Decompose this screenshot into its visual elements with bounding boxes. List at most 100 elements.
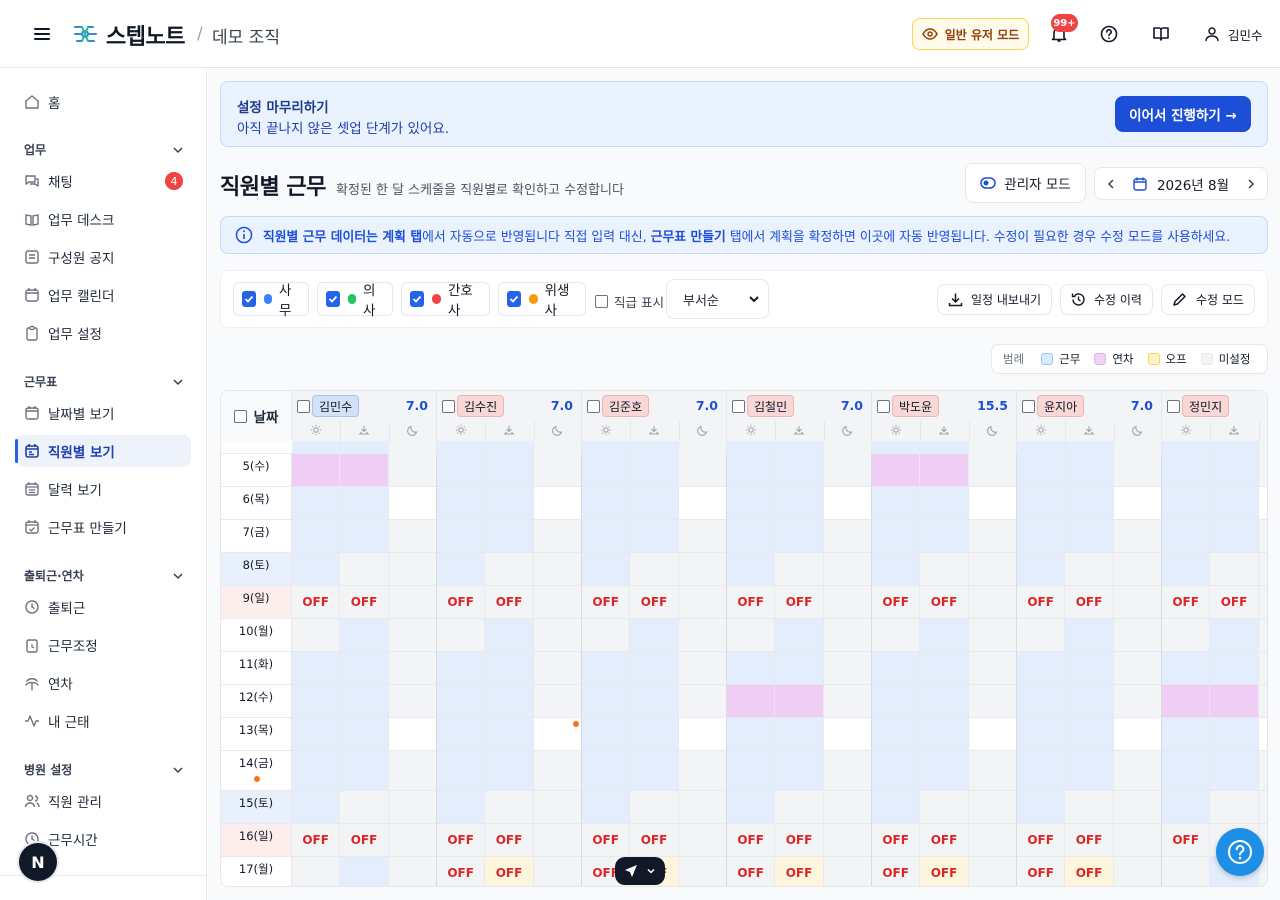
off-cell[interactable]: OFF — [775, 824, 824, 857]
schedule-cell[interactable] — [678, 718, 727, 751]
schedule-cell[interactable] — [1113, 685, 1162, 718]
schedule-cell[interactable] — [1065, 685, 1114, 718]
schedule-cell[interactable] — [388, 857, 437, 886]
schedule-cell[interactable] — [1210, 454, 1259, 487]
off-cell[interactable]: OFF — [1065, 586, 1114, 619]
employee-checkbox[interactable] — [442, 400, 455, 413]
off-cell[interactable]: OFF — [340, 824, 389, 857]
schedule-cell[interactable] — [485, 487, 534, 520]
schedule-cell[interactable] — [1258, 652, 1267, 685]
schedule-cell[interactable] — [1065, 718, 1114, 751]
sidebar-item-by-date[interactable]: 날짜별 보기 — [16, 397, 191, 429]
schedule-cell[interactable] — [727, 454, 776, 487]
filter-role-doctor[interactable]: 의사 — [317, 282, 393, 319]
schedule-cell[interactable] — [582, 553, 631, 586]
help-fab[interactable] — [1216, 828, 1264, 876]
schedule-cell[interactable] — [388, 791, 437, 824]
schedule-cell[interactable] — [1210, 791, 1259, 824]
schedule-cell[interactable] — [823, 718, 872, 751]
schedule-cell[interactable] — [582, 441, 631, 454]
book-icon[interactable] — [1152, 25, 1170, 43]
schedule-cell[interactable] — [485, 718, 534, 751]
schedule-cell[interactable] — [1162, 441, 1211, 454]
schedule-cell[interactable] — [582, 791, 631, 824]
schedule-cell[interactable] — [1162, 487, 1211, 520]
schedule-cell[interactable] — [775, 652, 824, 685]
schedule-cell[interactable] — [678, 586, 727, 619]
schedule-cell[interactable] — [388, 718, 437, 751]
schedule-cell[interactable] — [1113, 718, 1162, 751]
schedule-cell[interactable] — [533, 685, 582, 718]
schedule-cell[interactable] — [823, 454, 872, 487]
off-cell[interactable]: OFF — [485, 586, 534, 619]
schedule-cell[interactable] — [1258, 751, 1267, 791]
off-cell[interactable]: OFF — [292, 824, 341, 857]
schedule-cell[interactable] — [1065, 751, 1114, 791]
schedule-cell[interactable] — [1113, 520, 1162, 553]
schedule-cell[interactable] — [1258, 454, 1267, 487]
schedule-cell[interactable] — [678, 824, 727, 857]
schedule-cell[interactable] — [968, 857, 1017, 886]
schedule-cell[interactable] — [533, 791, 582, 824]
schedule-cell[interactable] — [1017, 553, 1066, 586]
sidebar-item-make-schedule[interactable]: 근무표 만들기 — [16, 511, 191, 543]
schedule-cell[interactable] — [1017, 751, 1066, 791]
off-cell[interactable]: OFF — [1065, 824, 1114, 857]
continue-setup-button[interactable]: 이어서 진행하기 → — [1115, 96, 1251, 132]
schedule-cell[interactable] — [823, 619, 872, 652]
schedule-cell[interactable] — [1258, 718, 1267, 751]
schedule-cell[interactable] — [872, 791, 921, 824]
off-cell[interactable]: OFF — [582, 824, 631, 857]
schedule-cell[interactable] — [292, 718, 341, 751]
schedule-cell[interactable] — [920, 652, 969, 685]
schedule-cell[interactable] — [533, 441, 582, 454]
schedule-cell[interactable] — [727, 751, 776, 791]
off-cell[interactable]: OFF — [1017, 586, 1066, 619]
schedule-cell[interactable] — [823, 441, 872, 454]
sort-select[interactable]: 부서순 — [666, 279, 769, 319]
schedule-cell[interactable] — [823, 487, 872, 520]
schedule-cell[interactable] — [920, 751, 969, 791]
employee-name-tag[interactable]: 박도윤 — [892, 395, 940, 417]
schedule-cell[interactable] — [678, 441, 727, 454]
sidebar-item-chat[interactable]: 채팅 4 — [16, 165, 191, 197]
schedule-cell[interactable] — [1162, 553, 1211, 586]
schedule-cell[interactable] — [292, 619, 341, 652]
employee-name-tag[interactable]: 김준호 — [602, 395, 650, 417]
schedule-cell[interactable] — [388, 751, 437, 791]
schedule-cell[interactable] — [1210, 619, 1259, 652]
schedule-cell[interactable] — [678, 751, 727, 791]
schedule-cell[interactable] — [823, 553, 872, 586]
sidebar-item-adjust[interactable]: 근무조정 — [16, 629, 191, 661]
user-menu[interactable]: 김민수 — [1204, 25, 1263, 43]
schedule-cell[interactable] — [630, 652, 679, 685]
schedule-cell[interactable] — [1162, 751, 1211, 791]
schedule-cell[interactable] — [1210, 520, 1259, 553]
schedule-cell[interactable] — [968, 454, 1017, 487]
chevron-left-icon[interactable] — [1105, 178, 1117, 190]
edit-history-button[interactable]: 수정 이력 — [1060, 284, 1153, 315]
sidebar-item-work-calendar[interactable]: 업무 캘린더 — [16, 279, 191, 311]
off-cell[interactable]: OFF — [485, 824, 534, 857]
schedule-cell[interactable] — [533, 520, 582, 553]
off-cell[interactable]: OFF — [872, 824, 921, 857]
schedule-cell[interactable] — [292, 454, 341, 487]
employee-name-tag[interactable]: 윤지아 — [1037, 395, 1085, 417]
schedule-cell[interactable] — [1065, 652, 1114, 685]
schedule-cell[interactable] — [968, 824, 1017, 857]
schedule-cell[interactable] — [678, 487, 727, 520]
schedule-cell[interactable] — [340, 685, 389, 718]
schedule-cell[interactable] — [1065, 619, 1114, 652]
sidebar-item-home[interactable]: 홈 — [16, 86, 191, 118]
schedule-cell[interactable] — [872, 718, 921, 751]
schedule-cell[interactable] — [388, 553, 437, 586]
schedule-cell[interactable] — [340, 441, 389, 454]
select-all-checkbox[interactable] — [233, 409, 247, 423]
schedule-cell[interactable] — [533, 824, 582, 857]
schedule-cell[interactable] — [727, 619, 776, 652]
schedule-cell[interactable] — [872, 454, 921, 487]
schedule-cell[interactable] — [292, 520, 341, 553]
schedule-cell[interactable] — [1017, 441, 1066, 454]
schedule-cell[interactable] — [1113, 652, 1162, 685]
off-cell[interactable]: OFF — [630, 586, 679, 619]
